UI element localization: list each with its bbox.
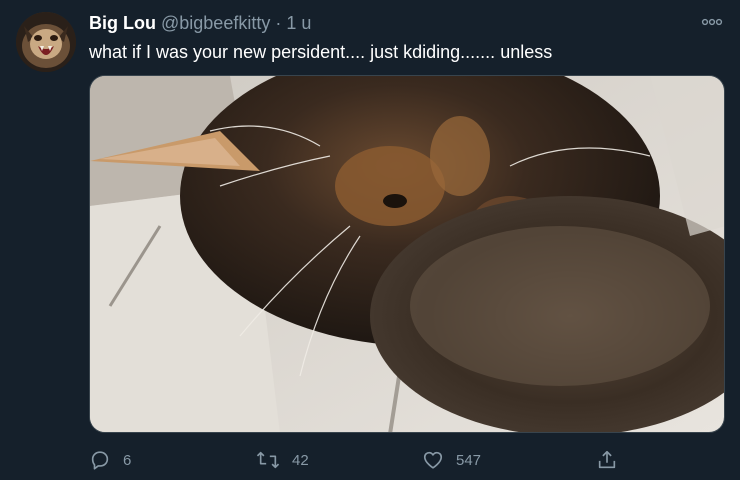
tweet-media-photo[interactable] bbox=[89, 75, 725, 433]
more-options-button[interactable] bbox=[700, 12, 724, 32]
share-icon bbox=[598, 450, 616, 469]
cat-photo-icon bbox=[90, 76, 724, 432]
heart-icon bbox=[423, 451, 443, 469]
avatar[interactable] bbox=[16, 12, 76, 72]
like-count: 547 bbox=[456, 451, 482, 469]
tweet-time[interactable]: 1 u bbox=[286, 13, 311, 33]
share-button[interactable] bbox=[596, 446, 618, 474]
tweet-text: what if I was your new persident.... jus… bbox=[89, 42, 553, 62]
tweet-header: Big Lou @bigbeefkitty · 1 u bbox=[89, 11, 311, 35]
separator-dot: · bbox=[275, 13, 282, 33]
more-icon bbox=[701, 18, 723, 26]
reply-icon bbox=[91, 451, 109, 470]
retweet-button[interactable]: 42 bbox=[256, 446, 309, 474]
retweet-icon bbox=[256, 451, 280, 469]
author-handle[interactable]: @bigbeefkitty bbox=[161, 13, 270, 33]
author-name[interactable]: Big Lou bbox=[89, 13, 156, 33]
tweet-actions: 6 42 547 bbox=[89, 446, 629, 474]
reply-count: 6 bbox=[123, 451, 132, 469]
retweet-count: 42 bbox=[292, 451, 309, 469]
like-button[interactable]: 547 bbox=[422, 446, 481, 474]
cat-avatar-icon bbox=[16, 12, 76, 72]
reply-button[interactable]: 6 bbox=[89, 446, 131, 474]
